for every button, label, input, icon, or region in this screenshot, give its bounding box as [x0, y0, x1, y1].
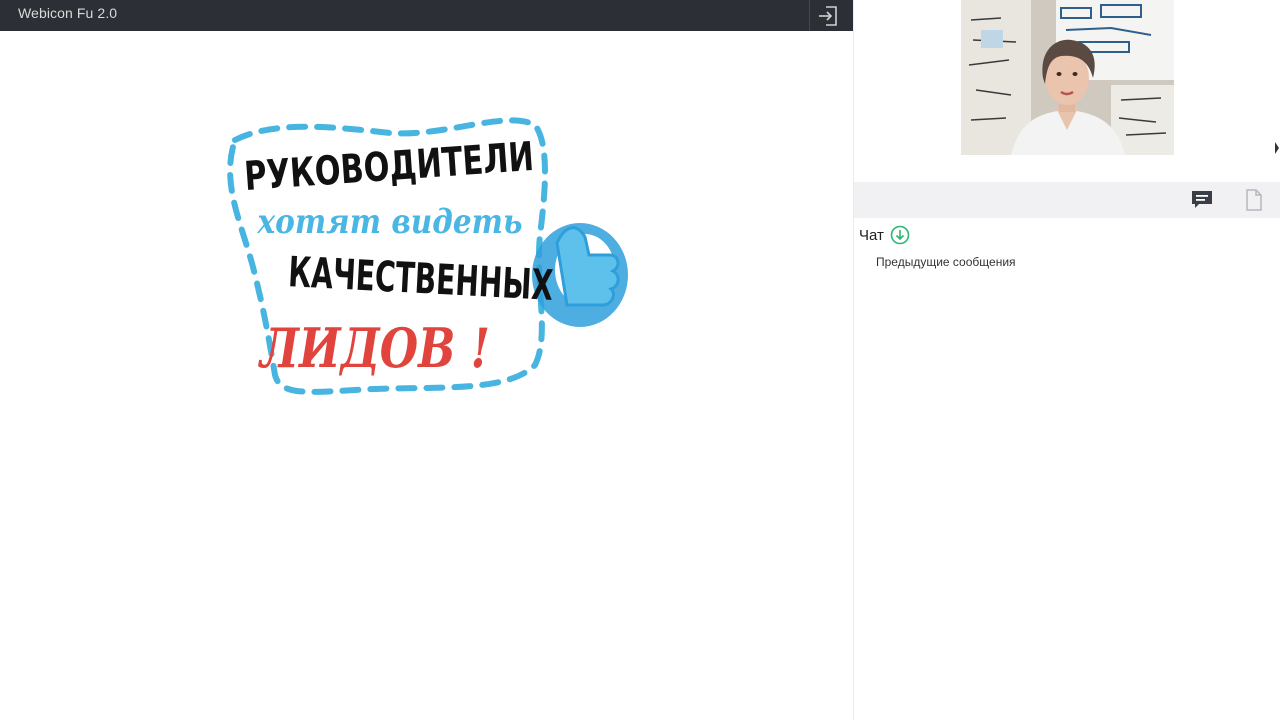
exit-button[interactable]	[810, 0, 846, 31]
chat-header: Чат	[859, 224, 910, 246]
chat-icon	[1192, 191, 1212, 208]
panel-collapse-handle[interactable]	[1274, 140, 1280, 156]
exit-icon	[819, 5, 837, 26]
presentation-slide: РУКОВОДИТЕЛИ хотят видеть КАЧЕСТВЕННЫХ Л…	[205, 105, 645, 405]
previous-messages-link[interactable]: Предыдущие сообщения	[876, 255, 1016, 269]
slide-line-4: ЛИДОВ !	[258, 316, 490, 380]
slide-line-2: хотят видеть	[257, 202, 523, 242]
side-panel: Чат Предыдущие сообщения	[854, 0, 1280, 720]
file-icon	[1246, 189, 1262, 211]
app-title: Webicon Fu 2.0	[18, 5, 118, 21]
tab-files[interactable]	[1231, 182, 1277, 218]
top-bar: Webicon Fu 2.0	[0, 0, 853, 31]
slide-line-1: РУКОВОДИТЕЛИ	[243, 134, 536, 200]
tab-chat[interactable]	[1179, 182, 1225, 218]
slide-line-3: КАЧЕСТВЕННЫХ	[287, 247, 554, 310]
arrow-down-circle-icon	[890, 225, 910, 245]
chat-title: Чат	[859, 226, 884, 244]
chat-scroll-down-button[interactable]	[890, 225, 910, 245]
presenter-video[interactable]	[961, 0, 1174, 155]
panel-tabs	[854, 182, 1280, 218]
presentation-area: Webicon Fu 2.0 РУКОВОДИТЕЛИ хотят видеть…	[0, 0, 853, 720]
